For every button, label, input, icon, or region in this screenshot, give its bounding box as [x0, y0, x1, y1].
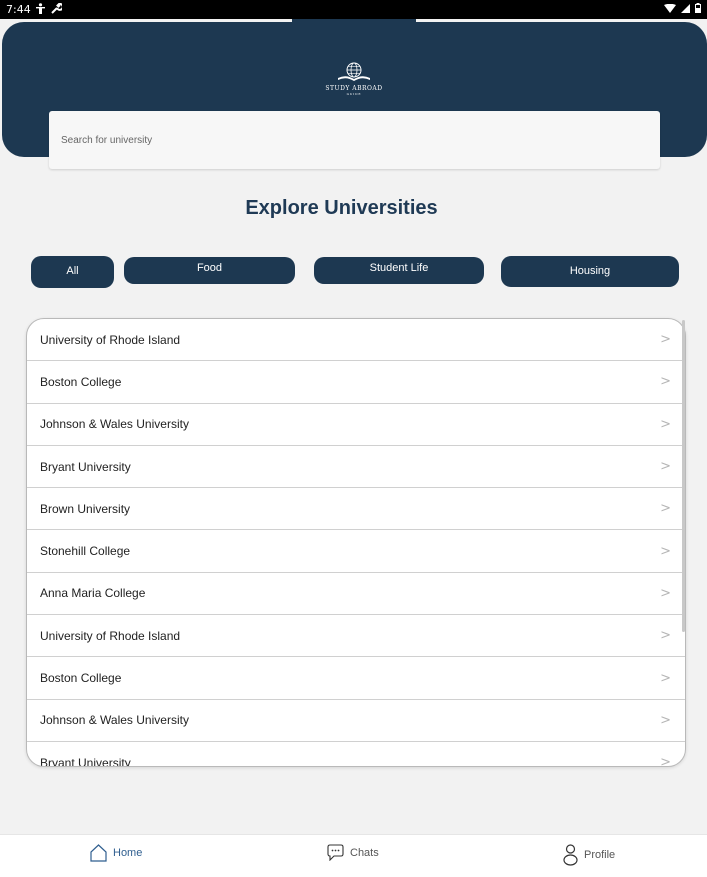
university-list[interactable]: University of Rhode Island > Boston Colle… — [26, 318, 686, 767]
chevron-right-icon: > — [660, 628, 671, 644]
status-time: 7:44 — [6, 3, 31, 16]
nav-home[interactable]: Home — [90, 844, 142, 862]
status-bar: 7:44 — [0, 0, 707, 19]
list-item[interactable]: Boston College > — [27, 657, 685, 700]
page-title: Explore Universities — [245, 197, 438, 219]
home-icon — [90, 844, 107, 862]
university-name: Bryant University — [40, 755, 131, 767]
filter-chip-student-life[interactable]: Student Life — [314, 257, 484, 284]
globe-book-icon — [338, 62, 370, 81]
university-name: University of Rhode Island — [40, 628, 181, 643]
chevron-right-icon: > — [660, 332, 671, 348]
university-name: Boston College — [40, 374, 122, 389]
university-name: Bryant University — [40, 459, 131, 474]
accessibility-icon — [35, 2, 45, 17]
filter-chip-all[interactable]: All — [31, 256, 114, 288]
wrench-icon — [50, 2, 64, 17]
nav-chats[interactable]: Chats — [327, 844, 379, 861]
list-item[interactable]: University of Rhode Island > — [27, 319, 685, 362]
chevron-right-icon: > — [660, 755, 671, 767]
chevron-right-icon: > — [660, 374, 671, 390]
list-item[interactable]: Brown University > — [27, 488, 685, 531]
university-name: Stonehill College — [40, 544, 131, 559]
nav-profile[interactable]: Profile — [563, 844, 615, 866]
university-name: Johnson & Wales University — [40, 713, 189, 728]
list-item[interactable]: Bryant University > — [27, 446, 685, 489]
list-item[interactable]: Johnson & Wales University > — [27, 404, 685, 446]
university-name: Johnson & Wales University — [40, 417, 189, 432]
list-item[interactable]: Anna Maria College > — [27, 573, 685, 616]
university-name: Boston College — [40, 671, 122, 686]
list-scrollbar[interactable] — [682, 320, 685, 632]
nav-chats-label: Chats — [350, 846, 379, 859]
wifi-icon — [664, 3, 676, 16]
chevron-right-icon: > — [660, 416, 671, 432]
study-abroad-logo: STUDY ABROAD GUIDE — [316, 62, 392, 102]
nav-profile-label: Profile — [584, 849, 616, 861]
university-name: University of Rhode Island — [40, 332, 181, 347]
list-item[interactable]: Stonehill College > — [27, 530, 685, 573]
chevron-right-icon: > — [660, 459, 671, 475]
list-item[interactable]: Boston College > — [27, 361, 685, 404]
logo-text: STUDY ABROAD — [325, 85, 383, 92]
profile-icon — [563, 844, 578, 866]
list-item[interactable]: Johnson & Wales University > — [27, 700, 685, 742]
university-name: Anna Maria College — [40, 586, 146, 601]
filter-chip-food[interactable]: Food — [124, 257, 295, 284]
chevron-right-icon: > — [660, 712, 671, 728]
university-name: Brown University — [40, 501, 131, 516]
list-item[interactable]: University of Rhode Island > — [27, 615, 685, 658]
chevron-right-icon: > — [660, 585, 671, 601]
chevron-right-icon: > — [660, 501, 671, 517]
logo-subtext: GUIDE — [346, 92, 362, 96]
nav-home-label: Home — [113, 847, 143, 859]
battery-icon — [695, 3, 701, 16]
list-item[interactable]: Bryant University > — [27, 742, 685, 767]
signal-icon — [681, 3, 690, 16]
header-notch — [292, 19, 416, 27]
search-input[interactable] — [49, 111, 660, 169]
filter-chip-housing[interactable]: Housing — [501, 256, 679, 287]
chevron-right-icon: > — [660, 543, 671, 559]
chevron-right-icon: > — [660, 670, 671, 686]
chat-icon — [327, 844, 344, 861]
bottom-nav: Home Chats Profile — [0, 834, 707, 877]
